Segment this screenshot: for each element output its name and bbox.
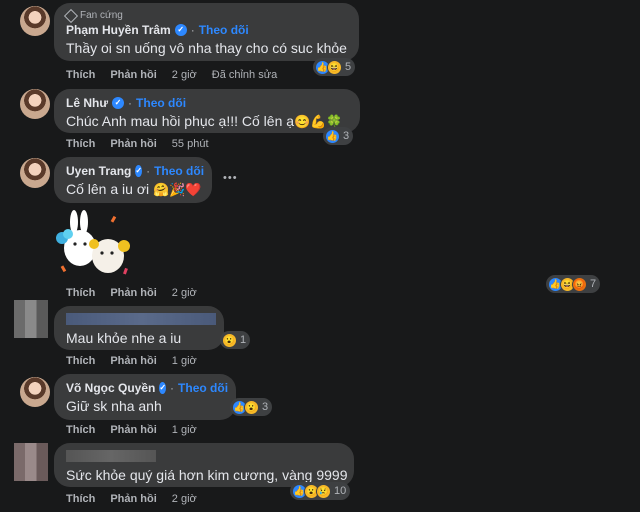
comment-actions: Thích Phản hồi 2 giờ Đã chỉnh sửa [66,69,277,81]
reaction-summary[interactable]: 😮 1 [220,331,251,349]
reaction-count: 7 [590,278,597,290]
reply-button[interactable]: Phản hồi [110,287,156,299]
verified-badge-icon: ✓ [112,97,125,109]
avatar[interactable] [20,158,50,188]
name-row: Uyen Trang ✓ · Theo dõi [66,163,204,179]
fan-badge: Fan cứng [63,8,347,23]
follow-link[interactable]: Theo dõi [136,95,186,111]
comment-bubble: Mau khỏe nhe a iu [54,306,224,350]
timestamp[interactable]: 2 giờ [172,287,197,299]
name-row: Phạm Huyền Trâm ✓ · Theo dõi [66,22,347,38]
reaction-summary[interactable]: 👍 3 [323,127,354,145]
timestamp[interactable]: 2 giờ [172,493,197,505]
reply-button[interactable]: Phản hồi [110,138,156,150]
reply-button[interactable]: Phản hồi [110,493,156,505]
avatar[interactable] [20,377,50,407]
follow-link[interactable]: Theo dõi [154,163,204,179]
sad-reaction-icon: 😢 [316,483,331,499]
reaction-summary[interactable]: 👍 😮 3 [230,398,273,416]
avatar[interactable] [20,89,50,119]
reaction-summary[interactable]: 👍 😮 😢 10 [290,482,351,500]
separator: · [170,381,175,395]
comment-text: Thầy oi sn uống vô nha thay cho có suc k… [66,40,347,56]
comment-bubble: Võ Ngọc Quyền ✓ · Theo dõi Giữ sk nha an… [54,374,236,420]
reply-button[interactable]: Phản hồi [110,69,156,81]
commenter-name[interactable]: Uyen Trang [66,163,131,179]
comment-actions: Thích Phản hồi 2 giờ [66,287,197,299]
like-button[interactable]: Thích [66,424,95,436]
haha-reaction-icon: 😆 [327,59,342,75]
timestamp[interactable]: 55 phút [172,138,209,150]
verified-badge-icon: ✓ [159,382,167,394]
reaction-count: 3 [343,130,350,142]
commenter-name-blurred[interactable] [66,449,342,465]
like-button[interactable]: Thích [66,287,95,299]
comment-text-row: Chúc Anh mau hồi phục ạ!!! Cố lên ạ😊💪🍀 [66,111,348,132]
reaction-count: 5 [345,61,352,73]
like-button[interactable]: Thích [66,355,95,367]
reaction-count: 10 [334,485,347,497]
separator: · [146,164,151,178]
comment-text: Cố lên a iu ơi [66,181,150,197]
wow-reaction-icon: 😮 [244,399,259,415]
fan-badge-label: Fan cứng [80,10,123,21]
follow-link[interactable]: Theo dõi [178,380,228,396]
verified-badge-icon: ✓ [174,24,187,36]
fan-badge-icon [63,8,79,23]
comment-bubble: Uyen Trang ✓ · Theo dõi Cố lên a iu ơi 🤗… [54,157,212,203]
name-row: Võ Ngọc Quyền ✓ · Theo dõi [66,380,228,396]
reply-button[interactable]: Phản hồi [110,424,156,436]
angry-reaction-icon: 😡 [572,276,587,292]
like-reaction-icon: 👍 [325,128,340,144]
comment-bubble: Lê Như ✓ · Theo dõi Chúc Anh mau hồi phụ… [54,89,360,133]
comment-actions: Thích Phản hồi 2 giờ [66,493,197,505]
commenter-name[interactable]: Phạm Huyền Trâm [66,22,171,38]
timestamp[interactable]: 1 giờ [172,424,197,436]
comment-actions: Thích Phản hồi 1 giờ [66,424,197,436]
separator: · [190,23,195,37]
separator: · [128,96,133,110]
comment-bubble: Fan cứng Phạm Huyền Trâm ✓ · Theo dõi Th… [54,3,359,61]
timestamp[interactable]: 1 giờ [172,355,197,367]
avatar[interactable] [14,443,48,481]
reaction-summary[interactable]: 👍 😆 😡 7 [546,275,601,293]
comment-actions: Thích Phản hồi 1 giờ [66,355,197,367]
reaction-summary[interactable]: 👍 😆 5 [313,58,356,76]
avatar[interactable] [20,6,50,36]
edited-label: Đã chỉnh sửa [211,69,278,81]
comment-emoji: 🤗🎉❤️ [153,182,202,197]
bunny-cheer-sticker [56,210,130,275]
name-row: Lê Như ✓ · Theo dõi [66,95,348,111]
reply-button[interactable]: Phản hồi [110,355,156,367]
commenter-name[interactable]: Võ Ngọc Quyền [66,380,155,396]
comment-bubble: Sức khỏe quý giá hơn kim cương, vàng 999… [54,443,354,487]
comment-text: Giữ sk nha anh [66,398,162,414]
comment-text: Mau khỏe nhe a iu [66,330,182,346]
commenter-name[interactable]: Lê Như [66,95,108,111]
avatar[interactable] [14,300,48,338]
wow-reaction-icon: 😮 [222,332,237,348]
comment-text-row: Cố lên a iu ơi 🤗🎉❤️ [66,179,202,200]
timestamp[interactable]: 2 giờ [172,69,197,81]
like-button[interactable]: Thích [66,493,95,505]
like-button[interactable]: Thích [66,69,95,81]
verified-badge-icon: ✓ [135,165,143,177]
reaction-count: 3 [262,401,269,413]
comment-actions: Thích Phản hồi 55 phút [66,138,209,150]
follow-link[interactable]: Theo dõi [199,22,249,38]
reaction-count: 1 [240,334,247,346]
comment-text: Chúc Anh mau hồi phục ạ!!! Cố lên ạ [66,113,295,129]
commenter-name-blurred[interactable] [66,312,216,328]
more-options-icon[interactable]: ••• [223,172,238,184]
like-button[interactable]: Thích [66,138,95,150]
